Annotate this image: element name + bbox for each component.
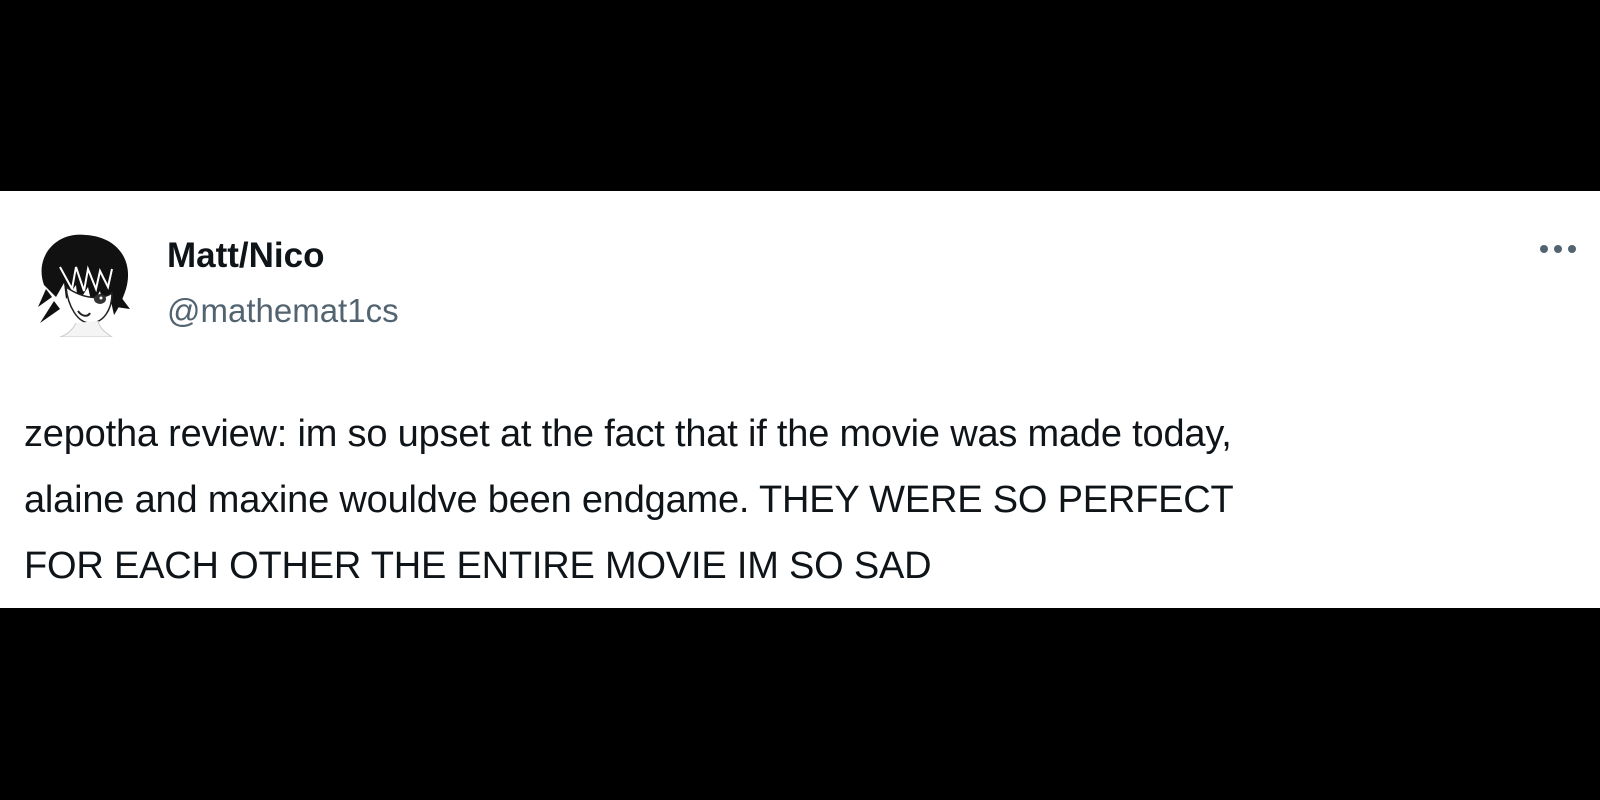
avatar[interactable] <box>26 227 136 338</box>
display-name[interactable]: Matt/Nico <box>167 235 325 277</box>
anime-character-avatar-icon <box>38 234 130 338</box>
more-options-icon <box>1540 245 1576 253</box>
tweet-text-line: alaine and maxine wouldve been endgame. … <box>24 479 1234 521</box>
more-options-button[interactable] <box>1534 233 1582 263</box>
screenshot-frame: Matt/Nico @mathemat1cs zepotha review: i… <box>0 0 1600 800</box>
tweet-text-line: FOR EACH OTHER THE ENTIRE MOVIE IM SO SA… <box>24 545 932 587</box>
tweet-card: Matt/Nico @mathemat1cs zepotha review: i… <box>0 191 1600 608</box>
tweet-text-line: zepotha review: im so upset at the fact … <box>24 413 1232 455</box>
user-handle[interactable]: @mathemat1cs <box>167 291 399 331</box>
tweet-text: zepotha review: im so upset at the fact … <box>24 401 1574 599</box>
